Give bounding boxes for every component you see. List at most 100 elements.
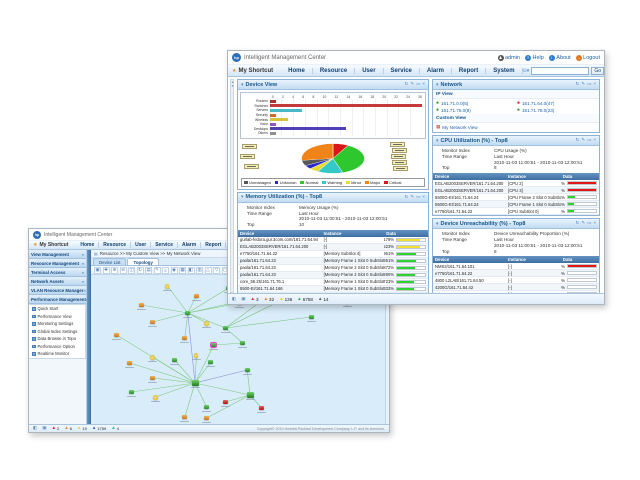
topology-node[interactable]	[182, 336, 187, 340]
table-row[interactable]: paola/161.71.64.23[Memory Frame 1 Slot 0…	[238, 257, 428, 264]
edit-icon[interactable]: ✎	[581, 221, 585, 226]
menu-user[interactable]: User	[131, 242, 151, 248]
sidebar-item-performance-management[interactable]: Performance Management«	[29, 295, 86, 304]
refresh-icon[interactable]: ↻	[576, 82, 580, 87]
layers-icon[interactable]: ≡	[162, 267, 169, 274]
refresh-icon[interactable]: ↻	[137, 267, 144, 274]
zoom-out-icon[interactable]: ⊖	[120, 267, 127, 274]
table-row[interactable]: EGLAB2003SERVER/161.71.64.200[-]80.523%	[238, 243, 428, 250]
menu-resource[interactable]: Resource	[313, 68, 355, 74]
up-icon[interactable]: △	[205, 267, 212, 274]
topology-node[interactable]	[139, 303, 144, 307]
minimize-icon[interactable]: ▭	[416, 195, 420, 200]
sidebar-subitem-data-browse-in-topo[interactable]: Data Browse in Topo	[29, 335, 85, 343]
topology-node[interactable]	[194, 353, 199, 358]
topology-node[interactable]	[204, 321, 209, 326]
grid-icon[interactable]: ▦	[179, 267, 186, 274]
tab-topology[interactable]: Topology	[127, 258, 158, 265]
alarm-count[interactable]: ▲14	[318, 297, 329, 302]
menu-service[interactable]: Service	[151, 242, 178, 248]
sidebar-item-vlan-resource-manager[interactable]: VLAN Resource Manager»	[29, 286, 86, 295]
table-row[interactable]: 4800 L2LAB/161.71.64.50[-]0.000%	[433, 277, 599, 284]
topology-node[interactable]	[240, 341, 245, 345]
fit-view-icon[interactable]: ◫	[128, 267, 135, 274]
table-row[interactable]: EGLAB2003SERVER/161.71.64.200[CPU 3]100.…	[433, 187, 599, 194]
locate-icon[interactable]: ◉	[171, 267, 178, 274]
close-icon[interactable]: ×	[593, 138, 596, 143]
edit-icon[interactable]: ✎	[154, 267, 161, 274]
topology-node[interactable]	[182, 415, 187, 419]
topology-node[interactable]	[172, 358, 177, 362]
status-icon[interactable]: ◧	[33, 426, 37, 431]
ip-view-link[interactable]: ♣161.71.78.0(23)	[517, 108, 596, 113]
go-button[interactable]: Go	[591, 67, 604, 75]
menu-report[interactable]: Report	[452, 68, 486, 74]
close-icon[interactable]: ×	[422, 82, 425, 87]
edit-icon[interactable]: ✎	[581, 82, 585, 87]
pan-icon[interactable]: ✚	[103, 267, 110, 274]
edit-icon[interactable]: ✎	[581, 138, 585, 143]
sidebar-subitem-realtime-monitor[interactable]: Realtime Monitor	[29, 350, 85, 358]
topology-node[interactable]	[223, 400, 228, 404]
topology-node[interactable]	[204, 416, 209, 420]
status-icon[interactable]: ▣	[241, 297, 245, 302]
my-network-view-link[interactable]: ▦ My Network View	[433, 123, 599, 132]
menu-resource[interactable]: Resource	[99, 242, 131, 248]
ip-view-link[interactable]: ♣161.71.76.0(8)	[436, 108, 515, 113]
collapse-icon[interactable]: ▾	[436, 82, 439, 88]
edit-icon[interactable]: ✎	[410, 82, 414, 87]
table-row[interactable]: 5500G-EI/161.71.64.24[CPU Frame 1 Slot 0…	[433, 201, 599, 208]
alarm-count[interactable]: ▲2	[52, 426, 60, 431]
alarm-count[interactable]: ▲3	[251, 297, 259, 302]
topology-node[interactable]	[194, 294, 199, 298]
topology-node[interactable]	[165, 284, 170, 289]
topology-node[interactable]	[204, 405, 209, 409]
alarm-count[interactable]: ▲32	[264, 297, 275, 302]
alarm-count[interactable]: ▲4	[111, 426, 119, 431]
table-row[interactable]: 5500-EI/161.71.64.166[Memory Frame 1 Slo…	[238, 285, 428, 292]
alarm-count[interactable]: ▲19	[77, 426, 87, 431]
sidebar-subitem-global-index-settings[interactable]: Global Index Settings	[29, 328, 85, 336]
refresh-icon[interactable]: ↻	[405, 195, 409, 200]
my-shortcut[interactable]: ★My Shortcut	[33, 242, 68, 248]
table-row[interactable]: core_56.25/161.71.76.1[Memory Frame 1 Sl…	[238, 278, 428, 285]
status-icon[interactable]: ◧	[232, 297, 236, 302]
topology-node[interactable]	[211, 343, 216, 347]
topology-node[interactable]	[153, 395, 158, 400]
alarm-count[interactable]: ▲136	[279, 297, 292, 302]
ip-view-link[interactable]: ♣161.71.64.0(47)	[517, 101, 596, 106]
status-icon[interactable]: ▣	[42, 426, 46, 431]
sidebar-subitem-quick-start[interactable]: Quick Start	[29, 305, 85, 313]
search-input[interactable]	[531, 67, 589, 75]
alarm-count[interactable]: ▲6	[64, 426, 72, 431]
minimize-icon[interactable]: ▭	[587, 138, 591, 143]
topology-node[interactable]	[223, 326, 228, 330]
userlink-admin[interactable]: ♟admin	[498, 55, 520, 61]
down-icon[interactable]: ▽	[213, 267, 220, 274]
sidebar-item-network-assets[interactable]: Network Assets»	[29, 277, 86, 286]
layout-icon[interactable]: ◧	[188, 267, 195, 274]
userlink-help[interactable]: ?Help	[525, 55, 544, 61]
table-row[interactable]: e7750/161.71.64.22[Memory SubSlot 4]68.9…	[238, 250, 428, 257]
left-scrollbar[interactable]: ▲▼	[230, 79, 234, 293]
minimize-icon[interactable]: ▭	[416, 82, 420, 87]
topology-node[interactable]	[150, 355, 155, 360]
menu-report[interactable]: Report	[201, 242, 226, 248]
topology-node[interactable]	[129, 390, 134, 394]
topology-node[interactable]	[245, 368, 250, 372]
menu-home[interactable]: Home	[76, 242, 99, 248]
menu-alarm[interactable]: Alarm	[420, 68, 452, 74]
refresh-icon[interactable]: ↻	[405, 82, 409, 87]
select-icon[interactable]: ▣	[94, 267, 101, 274]
topology-node[interactable]	[185, 311, 190, 315]
topology-node[interactable]	[309, 315, 314, 319]
topology-node[interactable]	[150, 376, 155, 380]
menu-user[interactable]: User	[355, 68, 383, 74]
minimize-icon[interactable]: ▭	[587, 82, 591, 87]
userlink-about[interactable]: iAbout	[549, 55, 571, 61]
zoom-in-icon[interactable]: ⊕	[111, 267, 118, 274]
menu-service[interactable]: Service	[384, 68, 420, 74]
table-row[interactable]: paola/161.71.64.23[Memory Frame 2 Slot 0…	[238, 264, 428, 271]
menu-system[interactable]: System	[486, 68, 522, 74]
legend-icon[interactable]: ▥	[196, 267, 203, 274]
